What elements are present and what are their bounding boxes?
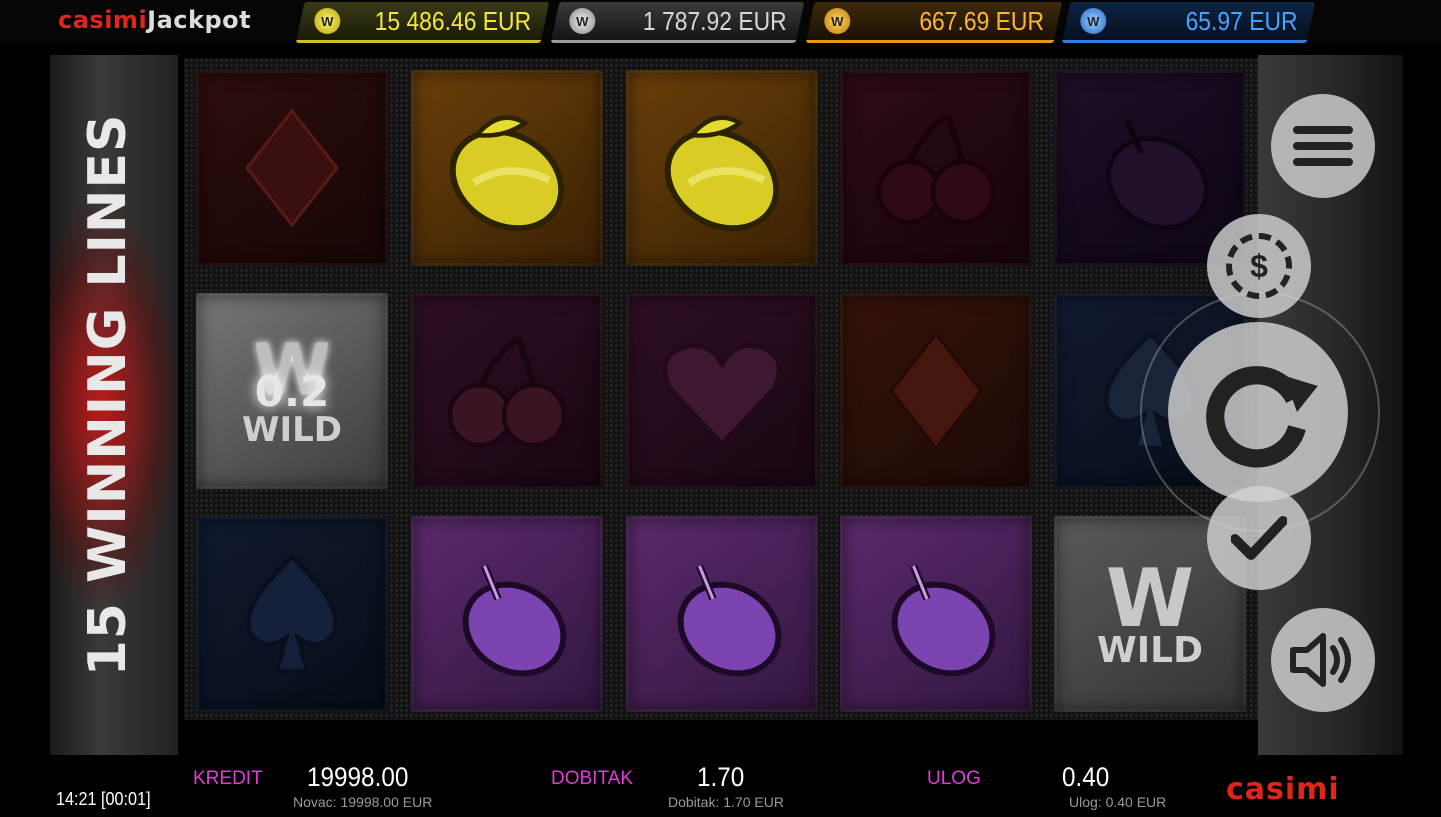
reel-cell-plum bbox=[840, 516, 1032, 712]
credit-value: 19998.00 bbox=[307, 762, 409, 792]
credit-sub: Novac: 19998.00 EUR bbox=[293, 794, 433, 810]
clock: 14:21 [00:01] bbox=[56, 789, 151, 809]
sound-button[interactable] bbox=[1271, 608, 1375, 712]
casimi-logo: casimi bbox=[1226, 772, 1340, 807]
reel-cell-plum bbox=[411, 516, 603, 712]
bet-label: ULOG bbox=[927, 768, 981, 789]
reel-cell-lemon bbox=[626, 70, 818, 266]
jackpot-bar: casimiJackpot W 15 486.46 EUR W 1 787.92 E… bbox=[0, 0, 1441, 43]
jackpot-amount: 15 486.46 EUR bbox=[374, 5, 532, 36]
reel-cell-cherries bbox=[411, 293, 603, 489]
win-sub: Dobitak: 1.70 EUR bbox=[668, 794, 784, 810]
plum-icon bbox=[1106, 118, 1209, 230]
reel-cell-heart bbox=[626, 293, 818, 489]
spin-button[interactable] bbox=[1168, 322, 1348, 502]
wild-symbol: W WILD bbox=[1097, 552, 1203, 671]
heart-icon bbox=[662, 343, 782, 447]
bet-button[interactable]: $ bbox=[1207, 214, 1311, 318]
win-label: DOBITAK bbox=[551, 768, 633, 789]
win-value: 1.70 bbox=[697, 762, 745, 792]
jackpot-coin-icon: W bbox=[314, 8, 341, 34]
coin-icon: $ bbox=[1226, 233, 1292, 299]
sound-icon bbox=[1290, 633, 1351, 687]
reel-cell-spade bbox=[196, 516, 388, 712]
reel-cell-cherries bbox=[840, 70, 1032, 266]
lemon-icon bbox=[449, 115, 565, 232]
credit-label: KREDIT bbox=[193, 768, 263, 789]
menu-icon bbox=[1293, 126, 1353, 166]
menu-button[interactable] bbox=[1271, 94, 1375, 198]
cherries-icon bbox=[447, 335, 567, 448]
jackpot-amount: 65.97 EUR bbox=[1185, 5, 1298, 36]
jackpot-coin-icon: W bbox=[1080, 8, 1107, 34]
jackpot-coin-icon: W bbox=[569, 8, 596, 34]
jackpot-bronze: W 667.69 EUR bbox=[805, 2, 1063, 43]
reel-grid: W 0.2 WILD W WILD bbox=[184, 58, 1258, 720]
diamond-icon bbox=[889, 331, 983, 451]
jackpot-blue: W 65.97 EUR bbox=[1061, 2, 1316, 43]
winning-lines-label: 15 WINNING LINES bbox=[78, 113, 138, 677]
reel-cell-diamond bbox=[840, 293, 1032, 489]
casimi-jackpot-logo: casimiJackpot bbox=[58, 6, 252, 34]
spade-icon bbox=[246, 553, 338, 674]
autoplay-button[interactable] bbox=[1207, 486, 1311, 590]
cherries-icon bbox=[876, 112, 996, 225]
jackpot-gold: W 15 486.46 EUR bbox=[295, 2, 550, 43]
jackpot-amount: 1 787.92 EUR bbox=[642, 5, 787, 36]
plum-icon bbox=[462, 564, 567, 677]
jackpot-silver: W 1 787.92 EUR bbox=[550, 2, 805, 43]
bet-sub: Ulog: 0.40 EUR bbox=[1069, 794, 1167, 810]
spin-icon bbox=[1206, 366, 1318, 468]
diamond-icon bbox=[245, 108, 339, 228]
reel-cell-lemon bbox=[411, 70, 603, 266]
plum-icon bbox=[891, 564, 996, 677]
wild-symbol: W 0.2 WILD bbox=[241, 329, 343, 450]
reel-cell-diamond bbox=[196, 70, 388, 266]
reel-cell-wild: W 0.2 WILD bbox=[196, 293, 388, 489]
plum-icon bbox=[677, 564, 782, 677]
lemon-icon bbox=[664, 115, 780, 232]
autoplay-check-icon bbox=[1231, 516, 1287, 560]
bet-value: 0.40 bbox=[1062, 762, 1110, 792]
jackpot-coin-icon: W bbox=[824, 8, 851, 34]
reel-cell-plum bbox=[626, 516, 818, 712]
jackpot-amount: 667.69 EUR bbox=[919, 5, 1045, 36]
